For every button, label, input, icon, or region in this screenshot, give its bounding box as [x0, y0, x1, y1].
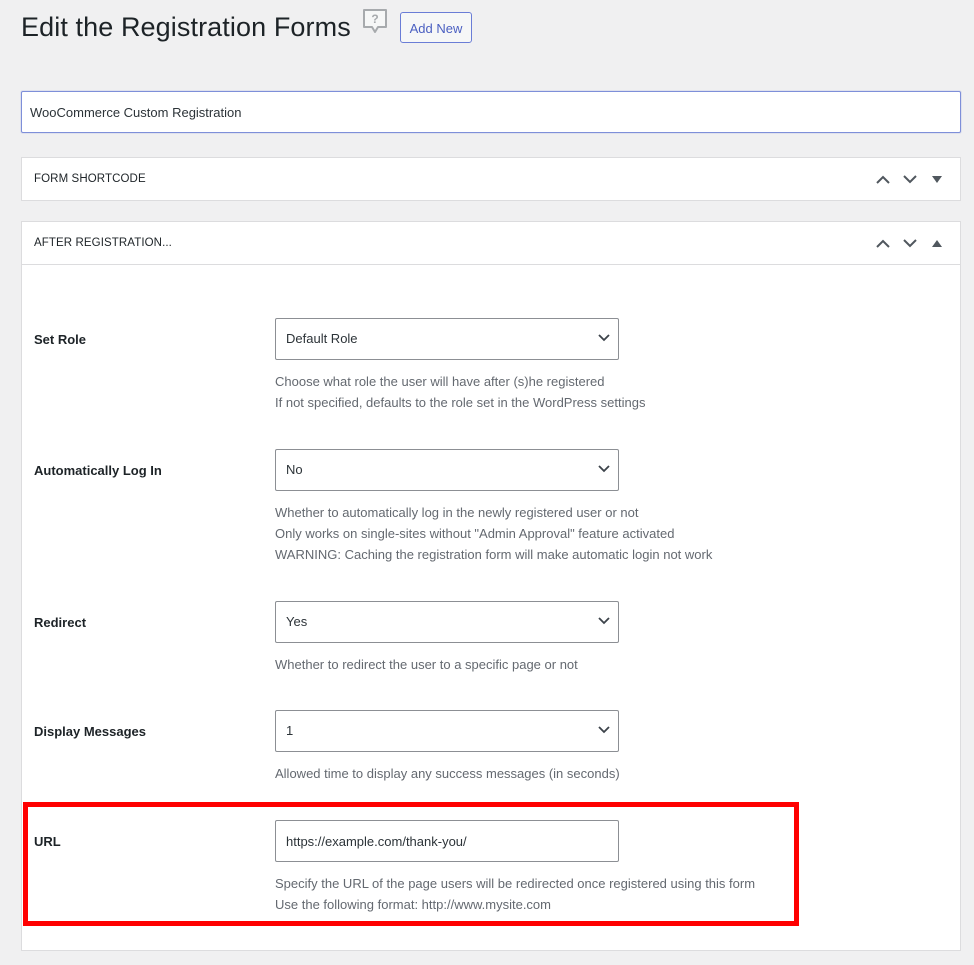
help-speech-bubble-icon[interactable]: ? [362, 8, 388, 34]
description-line: Specify the URL of the page users will b… [275, 876, 756, 891]
description-line: Choose what role the user will have afte… [275, 374, 605, 389]
description-line: Use the following format: http://www.mys… [275, 897, 551, 912]
auto-login-label: Automatically Log In [34, 463, 162, 478]
url-label: URL [34, 834, 61, 849]
chevron-down-icon [598, 726, 610, 734]
form-shortcode-panel: FORM SHORTCODE [21, 157, 961, 201]
display-messages-description: Allowed time to display any success mess… [275, 763, 620, 784]
url-input[interactable] [275, 820, 619, 862]
chevron-up-icon [875, 175, 890, 184]
form-shortcode-title: FORM SHORTCODE [34, 173, 146, 185]
after-registration-title: AFTER REGISTRATION... [34, 237, 172, 249]
after-registration-panel: AFTER REGISTRATION... Set Role Default R… [21, 221, 961, 951]
caret-up-icon [931, 239, 942, 247]
redirect-label: Redirect [34, 615, 87, 630]
move-up-button[interactable] [869, 229, 896, 257]
form-title-input[interactable] [21, 91, 961, 133]
display-messages-value: 1 [286, 723, 294, 738]
redirect-description: Whether to redirect the user to a specif… [275, 654, 578, 675]
toggle-panel-button[interactable] [923, 165, 950, 193]
form-shortcode-actions [869, 158, 950, 200]
chevron-down-icon [598, 465, 610, 473]
add-new-button[interactable]: Add New [400, 12, 472, 43]
set-role-select[interactable]: Default Role [275, 318, 619, 360]
caret-down-icon [931, 175, 942, 183]
form-shortcode-header[interactable]: FORM SHORTCODE [22, 158, 960, 200]
chevron-down-icon [598, 617, 610, 625]
description-line: Whether to redirect the user to a specif… [275, 657, 578, 672]
after-registration-actions [869, 222, 950, 264]
set-role-value: Default Role [286, 331, 358, 346]
after-registration-header[interactable]: AFTER REGISTRATION... [22, 222, 960, 265]
chevron-down-icon [902, 174, 917, 183]
toggle-panel-button[interactable] [923, 229, 950, 257]
auto-login-select[interactable]: No [275, 449, 619, 491]
description-line: WARNING: Caching the registration form w… [275, 547, 713, 562]
description-line: If not specified, defaults to the role s… [275, 395, 646, 410]
redirect-select[interactable]: Yes [275, 601, 619, 643]
url-description: Specify the URL of the page users will b… [275, 873, 755, 915]
svg-text:?: ? [371, 12, 378, 26]
move-down-button[interactable] [896, 165, 923, 193]
move-up-button[interactable] [869, 165, 896, 193]
redirect-value: Yes [286, 614, 308, 629]
set-role-description: Choose what role the user will have afte… [275, 371, 645, 413]
display-messages-label: Display Messages [34, 724, 147, 739]
auto-login-description: Whether to automatically log in the newl… [275, 502, 712, 565]
move-down-button[interactable] [896, 229, 923, 257]
chevron-down-icon [902, 238, 917, 247]
description-line: Whether to automatically log in the newl… [275, 505, 639, 520]
display-messages-select[interactable]: 1 [275, 710, 619, 752]
description-line: Allowed time to display any success mess… [275, 766, 620, 781]
chevron-up-icon [875, 239, 890, 248]
chevron-down-icon [598, 334, 610, 342]
description-line: Only works on single-sites without "Admi… [275, 526, 675, 541]
auto-login-value: No [286, 462, 303, 477]
page-title: Edit the Registration Forms [21, 12, 351, 42]
set-role-label: Set Role [34, 332, 87, 347]
